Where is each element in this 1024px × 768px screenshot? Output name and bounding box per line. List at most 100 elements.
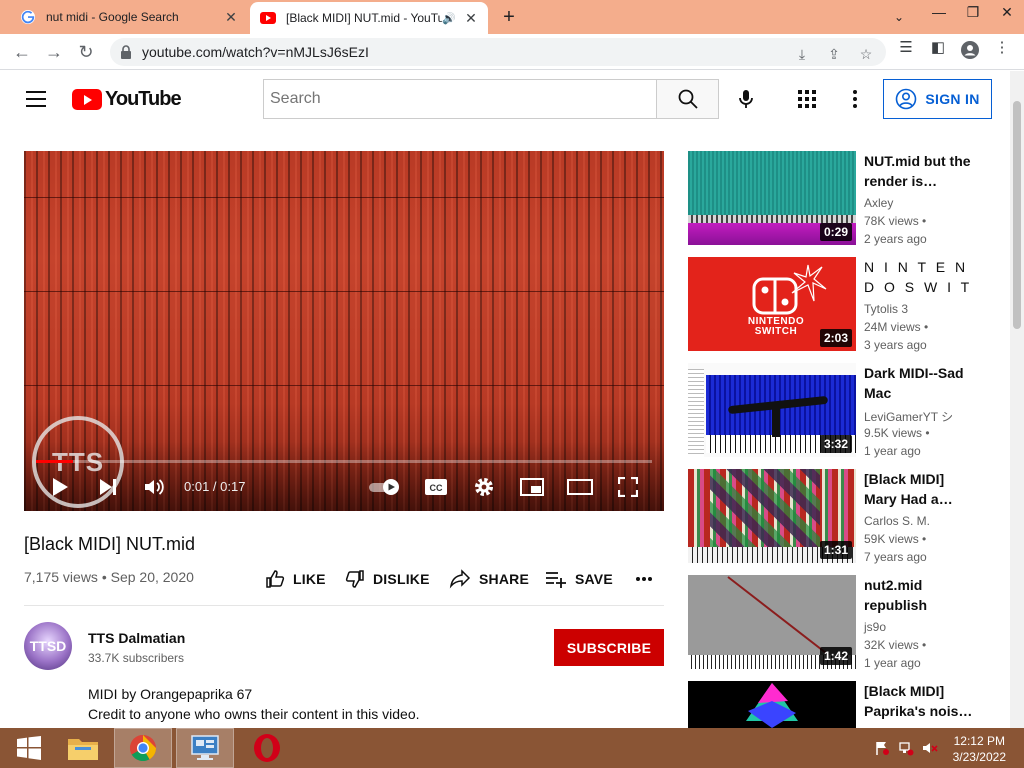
share-page-icon[interactable]: ⇪ [822,42,846,66]
miniplayer-button[interactable] [518,473,546,501]
close-window-icon[interactable]: ✕ [990,0,1024,26]
video-duration: 3:32 [819,435,852,453]
search-button[interactable] [656,79,719,119]
player-gridline [24,291,664,292]
video-duration: 2:03 [819,329,852,347]
thumbs-down-icon [345,570,364,588]
dislike-button[interactable]: DISLIKE [345,568,430,590]
microphone-icon[interactable] [734,87,758,111]
profile-icon[interactable] [958,38,982,62]
media-queue-icon[interactable]: ☰ [894,38,918,62]
video-thumbnail[interactable]: 1:42 [688,575,856,669]
save-label: SAVE [575,571,613,587]
related-video-title[interactable]: N I N T E N D O S W I T C H [864,257,974,297]
tab-google-search[interactable]: nut midi - Google Search ✕ [8,0,248,34]
play-button[interactable] [46,473,74,501]
related-video-title[interactable]: Dark MIDI--Sad Mac [864,363,974,403]
guide-menu-icon[interactable] [26,91,46,107]
restore-icon[interactable]: ❐ [956,0,990,26]
related-video-title[interactable]: nut2.mid republish [864,575,974,615]
speaker-icon[interactable]: 🔊 [442,12,456,25]
thumbs-up-icon [266,570,285,588]
windows-logo-icon [17,736,41,760]
related-video-views: 24M views • [864,320,929,334]
video-thumbnail[interactable]: 3:32 [688,363,856,457]
autoplay-toggle[interactable] [366,473,404,501]
chrome-icon [129,734,157,762]
related-video-item[interactable]: 1:42 nut2.mid republish js9o 32K views •… [688,575,988,670]
new-tab-button[interactable]: + [496,4,522,30]
bookmark-star-icon[interactable]: ☆ [854,42,878,66]
more-vert-icon[interactable] [845,88,865,110]
video-thumbnail[interactable]: NINTENDO SWITCH 2:03 [688,257,856,351]
reload-icon[interactable]: ↻ [72,38,100,66]
chrome-taskbar-button[interactable] [114,728,172,768]
tab-title: nut midi - Google Search [46,10,179,24]
start-button[interactable] [0,728,58,768]
minimize-icon[interactable]: — [922,0,956,26]
browser-tab-strip: nut midi - Google Search ✕ [Black MIDI] … [0,0,1024,34]
action-center-flag-icon[interactable] [874,740,890,756]
related-video-age: 2 years ago [864,232,927,246]
opera-taskbar-button[interactable] [238,728,296,768]
tab-youtube[interactable]: [Black MIDI] NUT.mid - YouTube 🔊 ✕ [250,2,488,34]
system-clock[interactable]: 12:12 PM 3/23/2022 [953,733,1006,765]
file-explorer-button[interactable] [54,728,112,768]
scrollbar-thumb[interactable] [1013,101,1021,329]
progress-bar[interactable] [36,460,652,463]
remote-desktop-taskbar-button[interactable] [176,728,234,768]
close-tab-icon[interactable]: ✕ [220,9,242,26]
page-scrollbar[interactable] [1010,71,1024,728]
related-video-item[interactable]: 0:29 NUT.mid but the render is… Axley 78… [688,151,988,246]
like-button[interactable]: LIKE [265,568,326,590]
apps-grid-icon[interactable] [797,89,817,109]
related-video-channel: Carlos S. M. [864,514,931,528]
time-display: 0:01 / 0:17 [184,479,246,494]
related-video-item[interactable]: NINTENDO SWITCH 2:03 N I N T E N D O S W… [688,257,988,352]
opera-icon [254,734,280,762]
tab-search-icon[interactable]: ⌄ [888,6,910,28]
close-tab-icon[interactable]: ✕ [460,10,482,27]
subtitles-button[interactable]: CC [422,473,450,501]
address-bar[interactable]: youtube.com/watch?v=nMJLsJ6sEzI ⤓ ⇪ ☆ [110,38,886,66]
search-input[interactable] [264,80,656,118]
side-panel-icon[interactable]: ◧ [926,38,950,62]
more-actions-button[interactable] [635,568,661,590]
chrome-menu-icon[interactable]: ⋮ [990,38,1014,62]
related-video-item[interactable]: [Black MIDI] Paprika's nois… [688,681,988,728]
account-circle-icon [896,88,917,110]
mute-button[interactable] [140,473,168,501]
related-video-views: 9.5K views • [864,426,930,440]
save-button[interactable]: SAVE [545,568,613,590]
related-video-title[interactable]: [Black MIDI] Mary Had a… [864,469,974,509]
share-button[interactable]: SHARE [449,568,529,590]
youtube-play-logo-icon [72,89,102,110]
related-video-title[interactable]: NUT.mid but the render is… [864,151,974,191]
back-icon[interactable]: ← [8,38,36,66]
playlist-add-icon [546,572,566,588]
network-icon[interactable] [898,740,914,756]
related-video-views: 32K views • [864,638,927,652]
sign-in-button[interactable]: SIGN IN [883,79,992,119]
fullscreen-button[interactable] [614,473,642,501]
theater-mode-button[interactable] [566,473,594,501]
youtube-logo[interactable]: YouTube [72,88,182,111]
next-video-button[interactable] [94,473,122,501]
subscribe-button[interactable]: SUBSCRIBE [554,629,664,666]
video-player[interactable]: TTS 0:01 / 0:17 CC [24,151,664,511]
settings-button[interactable] [470,473,498,501]
related-video-title[interactable]: [Black MIDI] Paprika's nois… [864,681,974,721]
video-thumbnail[interactable]: 0:29 [688,151,856,245]
browser-toolbar: ← → ↻ youtube.com/watch?v=nMJLsJ6sEzI ⤓ … [0,34,1024,70]
install-app-icon[interactable]: ⤓ [790,42,814,66]
related-video-item[interactable]: 3:32 Dark MIDI--Sad Mac LeviGamerYT シ 9.… [688,363,988,458]
related-video-item[interactable]: 1:31 [Black MIDI] Mary Had a… Carlos S. … [688,469,988,564]
forward-icon[interactable]: → [40,38,68,66]
channel-avatar[interactable]: TTSD [24,622,72,670]
video-thumbnail[interactable]: 1:31 [688,469,856,563]
channel-name[interactable]: TTS Dalmatian [88,630,185,646]
monitor-icon [191,735,219,760]
video-thumbnail[interactable] [688,681,856,728]
speaker-muted-icon[interactable] [922,740,938,756]
divider [24,605,664,606]
